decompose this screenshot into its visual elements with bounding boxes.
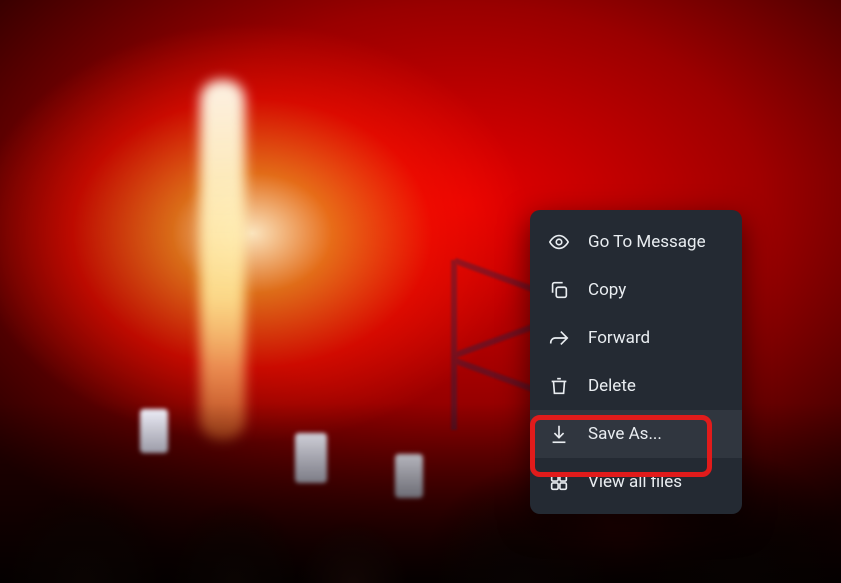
copy-icon xyxy=(548,279,570,301)
eye-icon xyxy=(548,231,570,253)
menu-item-save-as[interactable]: Save As... xyxy=(530,410,742,458)
menu-item-delete[interactable]: Delete xyxy=(530,362,742,410)
menu-item-forward[interactable]: Forward xyxy=(530,314,742,362)
menu-item-label: Save As... xyxy=(588,424,724,444)
menu-item-label: View all files xyxy=(588,472,724,492)
menu-item-copy[interactable]: Copy xyxy=(530,266,742,314)
menu-item-go-to-message[interactable]: Go To Message xyxy=(530,218,742,266)
menu-item-view-all-files[interactable]: View all files xyxy=(530,458,742,506)
context-menu: Go To Message Copy Forward Delete Save A xyxy=(530,210,742,514)
trash-icon xyxy=(548,375,570,397)
download-icon xyxy=(548,423,570,445)
stage-flare xyxy=(200,80,245,440)
media-background: Go To Message Copy Forward Delete Save A xyxy=(0,0,841,583)
grid-icon xyxy=(548,471,570,493)
forward-arrow-icon xyxy=(548,327,570,349)
menu-item-label: Copy xyxy=(588,280,724,300)
menu-item-label: Forward xyxy=(588,328,724,348)
menu-item-label: Go To Message xyxy=(588,232,724,252)
menu-item-label: Delete xyxy=(588,376,724,396)
